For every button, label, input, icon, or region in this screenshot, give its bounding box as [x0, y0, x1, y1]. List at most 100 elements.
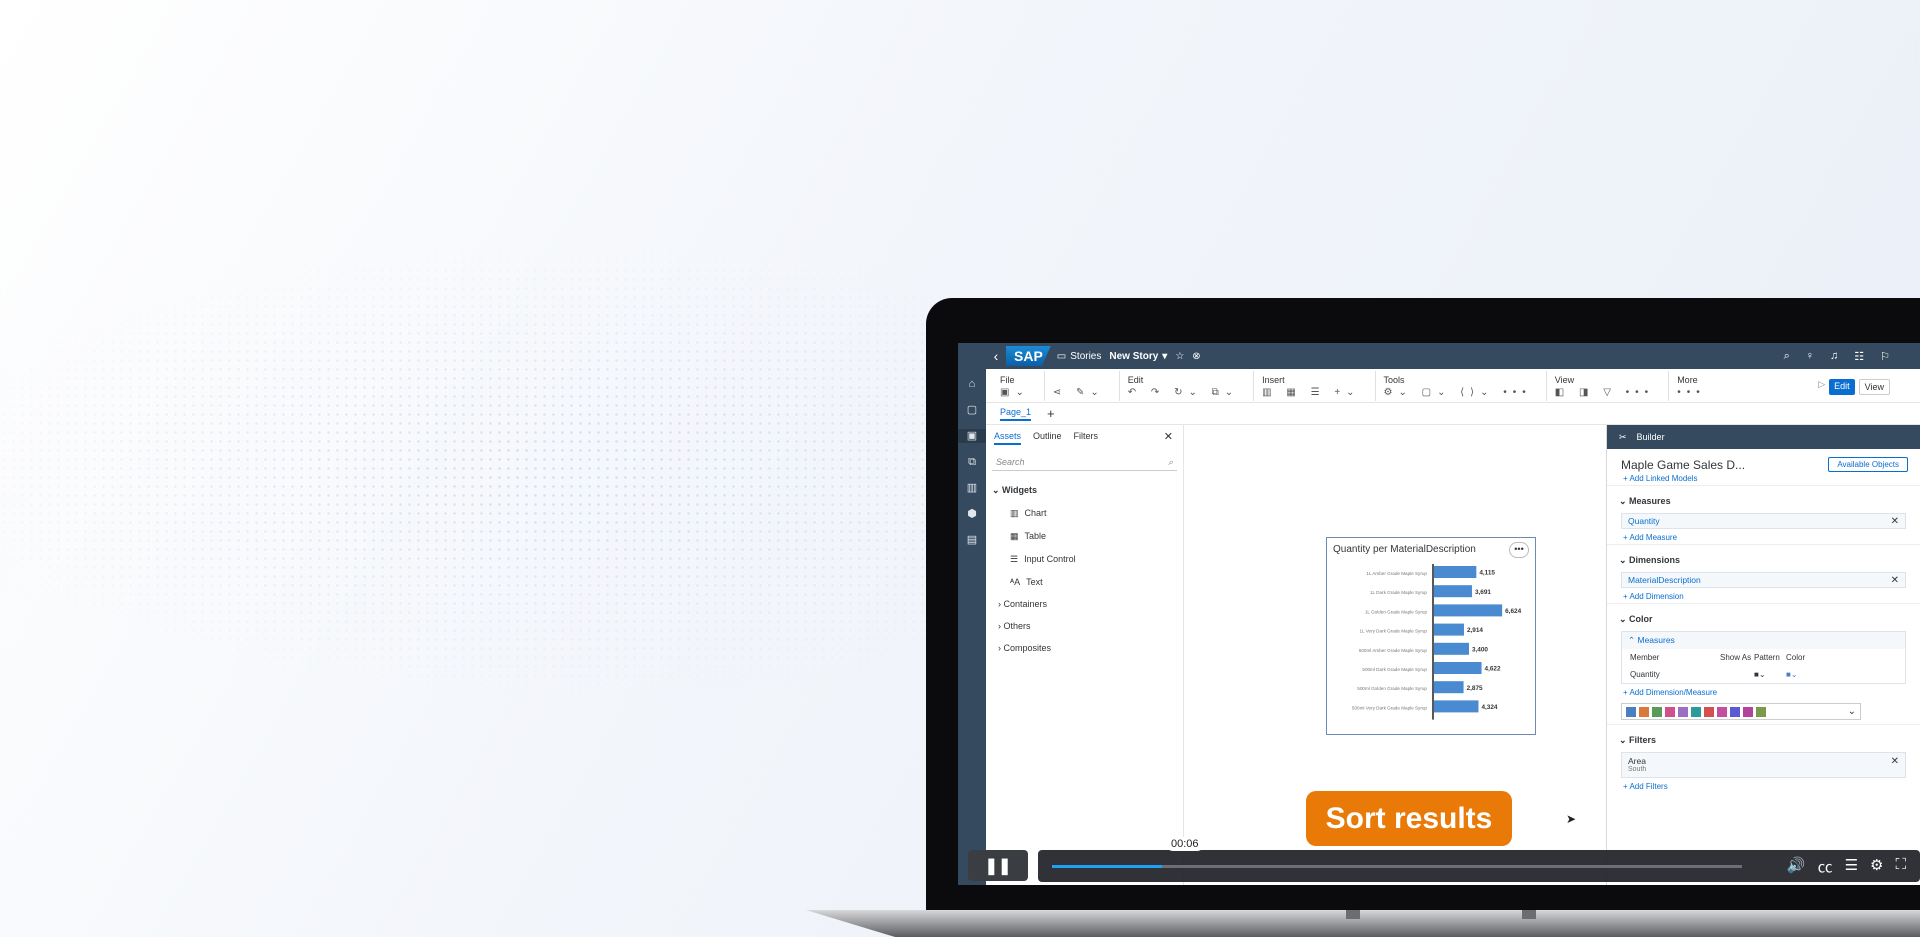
dimensions-section[interactable]: ⌄ Dimensions — [1607, 544, 1920, 570]
bar[interactable] — [1434, 700, 1479, 713]
add-measure-link[interactable]: + Add Measure — [1607, 531, 1920, 544]
shell-bar: ≡ ‹ SAP ▭Stories New Story▾ ☆ ⊗ ⌕ ♀ ♫ ☷ … — [958, 343, 1920, 369]
laptop-base — [806, 910, 1920, 937]
back-icon[interactable]: ‹ — [986, 348, 1006, 364]
search-icon[interactable]: ⌕ — [1784, 350, 1790, 363]
group-composites[interactable]: › Composites — [992, 643, 1177, 653]
model-name[interactable]: Maple Game Sales D... — [1621, 458, 1745, 472]
color-swatch[interactable]: ■⌄ — [1786, 670, 1798, 679]
insert-label: Insert — [1262, 375, 1285, 385]
progress-bar[interactable]: 🔊 ㏄ ☰ ⚙ ⛶ — [1038, 850, 1920, 882]
insert-icons[interactable]: ▥ ▦ ☰ +⌄ — [1262, 387, 1360, 398]
add-page-button[interactable]: + — [1047, 406, 1055, 421]
tools-icons[interactable]: ⚙⌄ ▢⌄ ⟨⟩⌄ ••• — [1384, 387, 1532, 398]
remove-icon[interactable]: ✕ — [1891, 575, 1899, 586]
palette-swatch — [1678, 706, 1688, 717]
close-story-icon[interactable]: ⊗ — [1192, 351, 1200, 362]
transcript-icon[interactable]: ☰ — [1845, 856, 1858, 877]
calendar-icon[interactable]: ▤ — [958, 533, 986, 547]
view-icons[interactable]: ◧ ◨ ▽ ••• — [1555, 387, 1654, 398]
undo-redo-icons[interactable]: ↶ ↷ ↻⌄ ⧉⌄ — [1128, 387, 1239, 398]
search-placeholder: Search — [996, 457, 1025, 467]
remove-icon[interactable]: ✕ — [1891, 516, 1899, 527]
catalog-icon[interactable]: ▥ — [958, 481, 986, 495]
story-title[interactable]: New Story ▾ — [1109, 351, 1167, 362]
view-mode-button[interactable]: View — [1858, 379, 1890, 395]
widget-tree: ⌄ Widgets ▥ Chart ▦ Table ☰ Input Control ᴬ… — [986, 475, 1183, 669]
bar[interactable] — [1434, 642, 1469, 655]
edit-mode-button[interactable]: Edit — [1829, 379, 1855, 395]
assets-tabs: Assets Outline Filters ✕ — [986, 425, 1183, 451]
builder-tools-icon: ✂ — [1619, 431, 1627, 442]
remove-filter-icon[interactable]: ✕ — [1891, 756, 1899, 767]
analytic-app-icon[interactable]: ⧉ — [958, 455, 986, 469]
stories-label: Stories — [1070, 350, 1102, 362]
play-icon[interactable]: ▷ — [1818, 379, 1825, 395]
measure-chip[interactable]: Quantity ✕ — [1621, 513, 1906, 529]
group-others[interactable]: › Others — [992, 621, 1177, 631]
mode-switch: ▷ Edit View — [1818, 369, 1920, 395]
lightbulb-icon[interactable]: ♀ — [1806, 350, 1814, 363]
feedback-icon[interactable]: ⚐ — [1880, 350, 1890, 363]
add-filters-link[interactable]: + Add Filters — [1607, 780, 1920, 793]
tab-page-1[interactable]: Page_1 — [1000, 407, 1032, 421]
bar[interactable] — [1434, 662, 1482, 674]
chevron-down-icon[interactable]: ⌄ — [1848, 706, 1856, 717]
widget-chart[interactable]: ▥ Chart — [992, 508, 1177, 519]
share-icon[interactable]: ⋖ ✎⌄ — [1053, 387, 1105, 398]
volume-icon[interactable]: 🔊 — [1787, 856, 1806, 877]
bar[interactable] — [1434, 585, 1472, 598]
captions-icon[interactable]: ㏄ — [1818, 856, 1833, 877]
dimension-chip[interactable]: MaterialDescription ✕ — [1621, 572, 1906, 588]
color-section[interactable]: ⌄ Color — [1607, 603, 1920, 629]
mouse-cursor-icon: ➤ — [1566, 812, 1577, 826]
add-dimension-link[interactable]: + Add Dimension — [1607, 590, 1920, 603]
widget-text[interactable]: ᴬA Text — [992, 577, 1177, 587]
group-containers[interactable]: › Containers — [992, 599, 1177, 609]
tab-outline[interactable]: Outline — [1033, 431, 1062, 445]
story-title-text: New Story — [1109, 350, 1159, 362]
color-measures-header[interactable]: ⌃ Measures — [1622, 632, 1905, 649]
category-tick-label: 500ml Golden Grade Maple Syrup — [1357, 686, 1427, 691]
filters-section[interactable]: ⌄ Filters — [1607, 724, 1920, 750]
bar[interactable] — [1434, 681, 1464, 694]
chart-more-button[interactable]: ••• — [1509, 542, 1529, 558]
measures-section[interactable]: ⌄ Measures — [1607, 485, 1920, 511]
tab-assets[interactable]: Assets — [994, 431, 1022, 445]
bar[interactable] — [1434, 623, 1464, 636]
color-palette-select[interactable]: ⌄ — [1621, 703, 1861, 720]
settings-gear-icon[interactable]: ⚙ — [1870, 856, 1883, 877]
pattern-swatch[interactable]: ■⌄ — [1754, 670, 1786, 679]
palette-swatch — [1639, 706, 1649, 717]
search-input[interactable]: Search ⌕ — [992, 455, 1177, 471]
models-icon[interactable]: ⬢ — [958, 507, 986, 521]
stories-nav[interactable]: ▭ Stories — [1057, 351, 1102, 362]
favorite-star-icon[interactable]: ☆ — [1175, 351, 1184, 362]
bar[interactable] — [1434, 604, 1503, 617]
more-icon[interactable]: ••• — [1677, 387, 1706, 398]
notifications-icon[interactable]: ♫ — [1830, 350, 1838, 363]
pause-button[interactable]: ❚❚ — [968, 850, 1028, 881]
widget-input-control[interactable]: ☰ Input Control — [992, 554, 1177, 565]
bar[interactable] — [1434, 566, 1477, 578]
stories-nav-icon[interactable]: ▣ — [958, 429, 986, 443]
widget-table[interactable]: ▦ Table — [992, 531, 1177, 542]
add-linked-models-link[interactable]: + Add Linked Models — [1607, 472, 1920, 485]
files-icon[interactable]: ▢ — [958, 403, 986, 417]
widgets-header[interactable]: ⌄ Widgets — [992, 485, 1177, 496]
color-columns: Member Show As Pattern Color — [1630, 653, 1806, 662]
fullscreen-icon[interactable]: ⛶ — [1895, 856, 1906, 877]
chart-widget[interactable]: Quantity per MaterialDescription ••• 1L … — [1326, 537, 1536, 735]
tab-filters[interactable]: Filters — [1074, 431, 1099, 445]
builder-header: ✂ Builder — [1607, 425, 1920, 449]
available-objects-button[interactable]: Available Objects — [1828, 457, 1908, 472]
close-icon[interactable]: ✕ — [1164, 430, 1173, 443]
home-icon[interactable]: ⌂ — [958, 377, 986, 391]
palette-swatch — [1691, 706, 1701, 717]
filter-chip[interactable]: Area South ✕ — [1621, 752, 1906, 778]
comments-icon[interactable]: ☷ — [1854, 350, 1864, 363]
save-icon[interactable]: ▣⌄ — [1000, 387, 1030, 398]
add-dimension-measure-link[interactable]: + Add Dimension/Measure — [1607, 686, 1920, 699]
search-icon: ⌕ — [1167, 457, 1173, 467]
progress-track[interactable] — [1052, 865, 1742, 868]
